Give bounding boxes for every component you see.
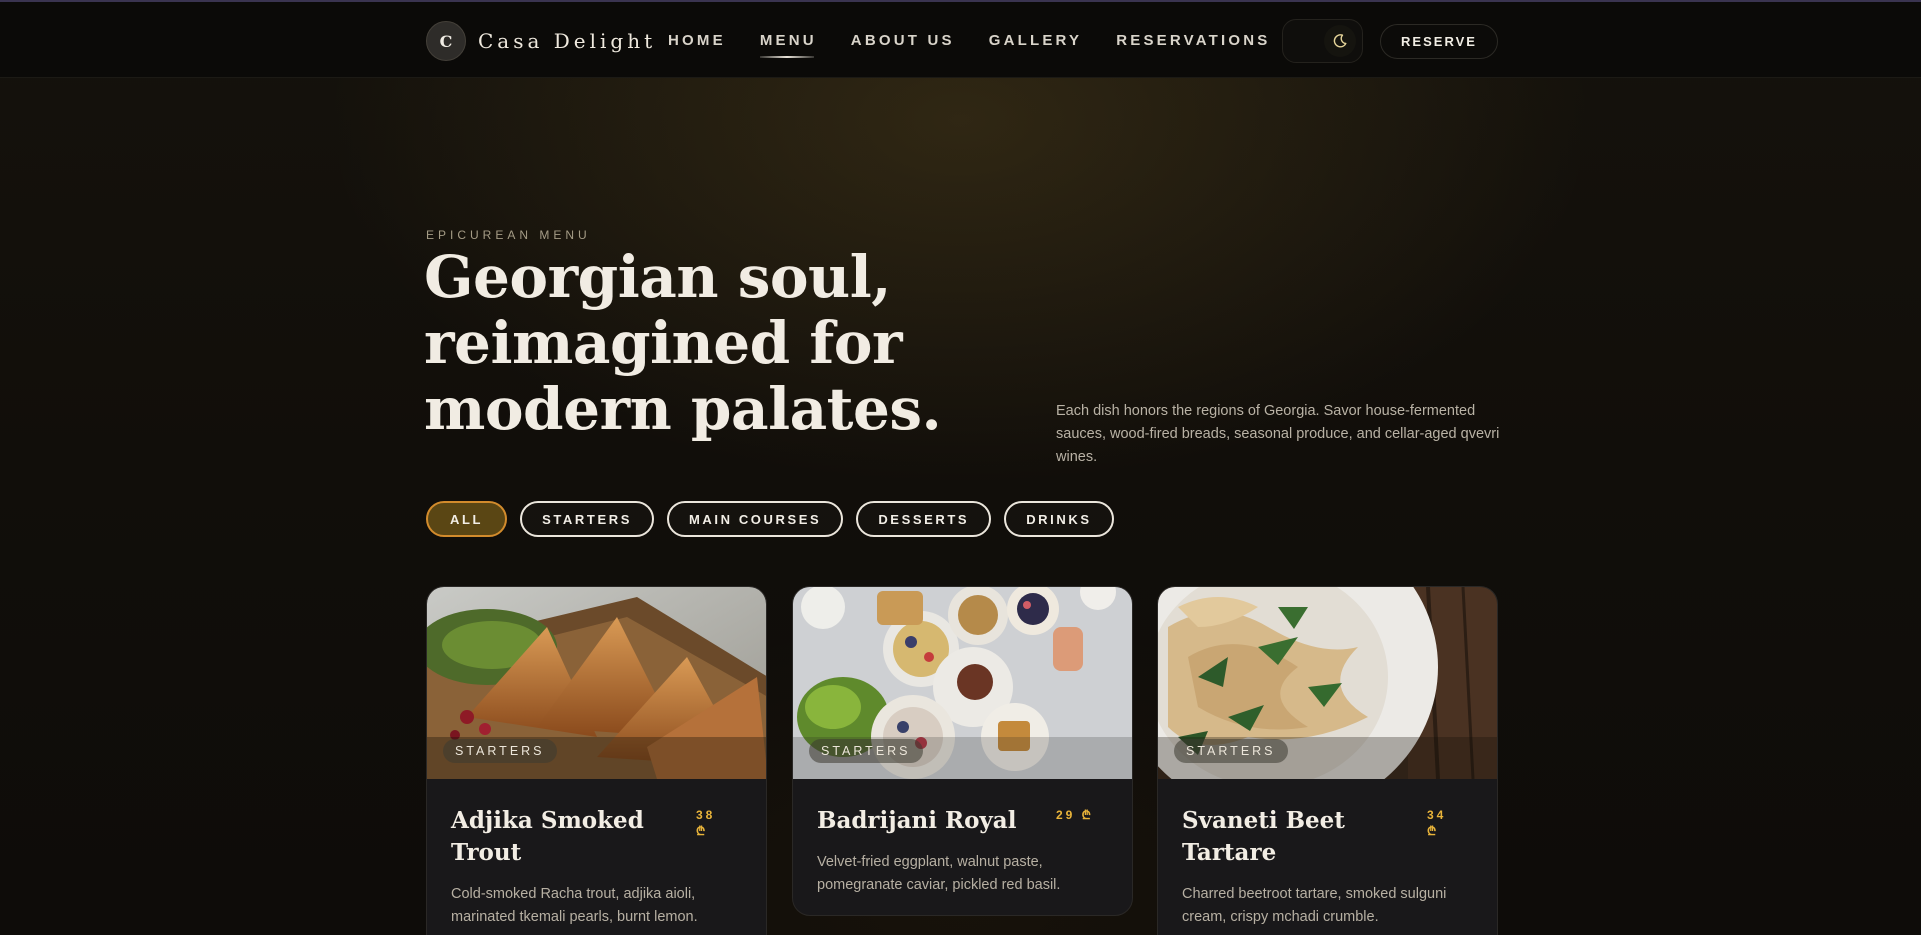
card-price: 38 ₾ <box>696 808 716 838</box>
filter-chip-main-courses[interactable]: MAIN COURSES <box>666 501 844 537</box>
reserve-button[interactable]: RESERVE <box>1380 24 1498 59</box>
pasta-plate-photo: STARTERS <box>1158 587 1497 779</box>
card-category-tag: STARTERS <box>443 739 557 763</box>
menu-card[interactable]: STARTERS Badrijani Royal 29 ₾ Velvet-fri… <box>792 586 1133 916</box>
top-navigation: C Casa Delight HOME MENU ABOUT US GALLER… <box>0 2 1921 78</box>
main-menu: HOME MENU ABOUT US GALLERY RESERVATIONS <box>668 32 1305 58</box>
card-title: Badrijani Royal <box>817 807 1017 834</box>
card-body: Adjika Smoked Trout 38 ₾ Cold-smoked Rac… <box>427 779 766 935</box>
samosa-photo: STARTERS <box>427 587 766 779</box>
card-price: 29 ₾ <box>1056 808 1094 822</box>
filter-chip-all[interactable]: ALL <box>426 501 508 537</box>
moon-icon <box>1333 34 1347 48</box>
nav-link-gallery[interactable]: GALLERY <box>989 32 1083 49</box>
card-title: Svaneti Beet Tartare <box>1182 807 1345 866</box>
nav-link-reservations[interactable]: RESERVATIONS <box>1116 32 1270 49</box>
menu-card[interactable]: STARTERS Adjika Smoked Trout 38 ₾ Cold-s… <box>426 586 767 935</box>
theme-toggle[interactable] <box>1282 19 1363 63</box>
menu-card[interactable]: STARTERS Svaneti Beet Tartare 34 ₾ Charr… <box>1157 586 1498 935</box>
card-description: Velvet-fried eggplant, walnut paste, pom… <box>817 854 1061 893</box>
hero-title-line-3: modern palates. <box>424 375 942 443</box>
card-description: Charred beetroot tartare, smoked sulguni… <box>1182 886 1447 925</box>
filter-chip-drinks[interactable]: DRINKS <box>1004 501 1114 537</box>
card-title: Adjika Smoked Trout <box>451 807 644 866</box>
brand-logo[interactable]: C Casa Delight <box>426 21 656 61</box>
card-category-tag: STARTERS <box>809 739 923 763</box>
brand-mark: C <box>426 21 466 61</box>
hero-title-line-2: reimagined for <box>424 309 903 377</box>
card-category-tag: STARTERS <box>1174 739 1288 763</box>
hero-title-line-1: Georgian soul, <box>424 243 891 311</box>
nav-link-about-us[interactable]: ABOUT US <box>851 32 955 49</box>
card-body: Svaneti Beet Tartare 34 ₾ Charred beetro… <box>1158 779 1497 935</box>
theme-toggle-knob <box>1324 25 1356 57</box>
card-price: 34 ₾ <box>1427 808 1447 838</box>
filter-chip-desserts[interactable]: DESSERTS <box>856 501 992 537</box>
nav-link-menu[interactable]: MENU <box>759 32 817 58</box>
nav-link-home[interactable]: HOME <box>668 32 726 49</box>
filter-chip-starters[interactable]: STARTERS <box>520 501 654 537</box>
hero-title: Georgian soul, reimagined for modern pal… <box>424 244 944 442</box>
menu-filter-bar: ALL STARTERS MAIN COURSES DESSERTS DRINK… <box>426 501 1127 537</box>
card-body: Badrijani Royal 29 ₾ Velvet-fried eggpla… <box>793 779 1132 915</box>
brunch-table-photo: STARTERS <box>793 587 1132 779</box>
hero-description: Each dish honors the regions of Georgia.… <box>1056 403 1500 465</box>
hero-eyebrow: EPICUREAN MENU <box>426 228 591 242</box>
brand-name: Casa Delight <box>478 29 657 53</box>
card-description: Cold-smoked Racha trout, adjika aioli, m… <box>451 886 698 925</box>
